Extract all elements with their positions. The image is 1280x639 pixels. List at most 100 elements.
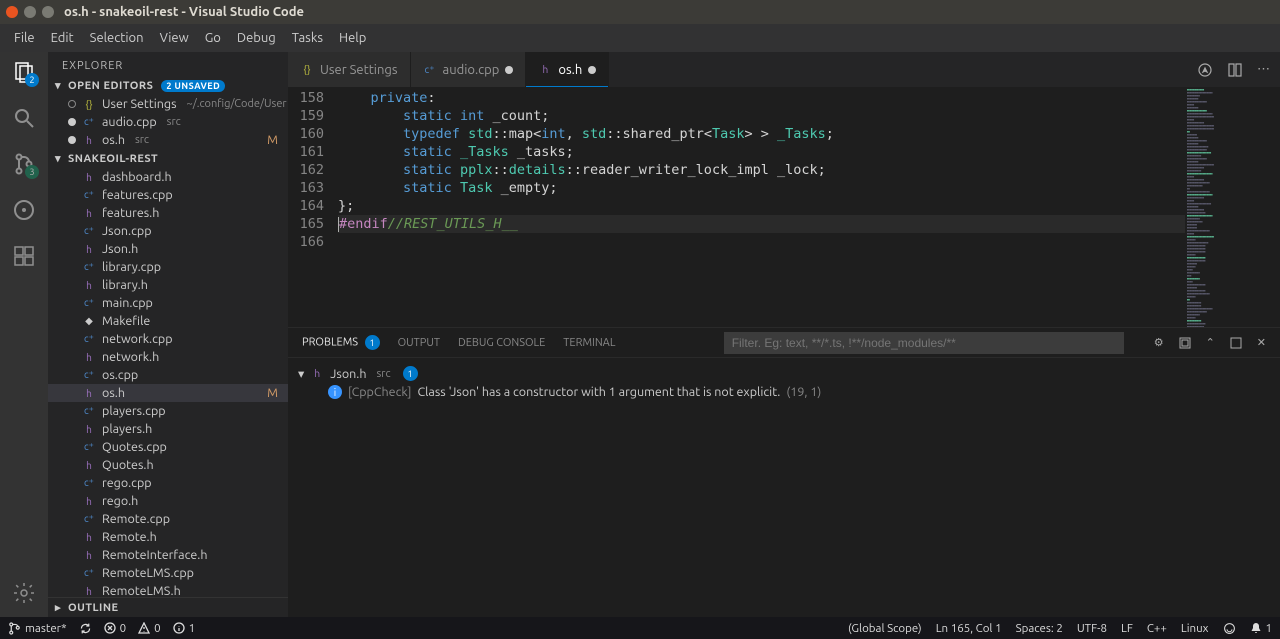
window-maximize-button[interactable] xyxy=(42,6,54,18)
file-item[interactable]: c⁺ Json.cpp xyxy=(48,222,288,240)
file-item[interactable]: h os.h M xyxy=(48,384,288,402)
file-item[interactable]: c⁺ os.cpp xyxy=(48,366,288,384)
file-item[interactable]: h RemoteInterface.h xyxy=(48,546,288,564)
sidebar-title: EXPLORER xyxy=(48,52,288,76)
file-item[interactable]: h dashboard.h xyxy=(48,168,288,186)
status-language[interactable]: C++ xyxy=(1147,622,1167,635)
close-icon xyxy=(68,100,76,108)
status-warnings[interactable]: 0 xyxy=(138,622,161,635)
menu-tasks[interactable]: Tasks xyxy=(284,27,331,49)
settings-gear-icon[interactable] xyxy=(12,581,36,605)
debug-icon[interactable] xyxy=(12,198,36,222)
split-editor-icon[interactable] xyxy=(1227,62,1243,78)
file-item[interactable]: h network.h xyxy=(48,348,288,366)
status-encoding[interactable]: UTF-8 xyxy=(1077,622,1107,635)
file-name: Remote.cpp xyxy=(102,512,170,526)
file-name: RemoteLMS.h xyxy=(102,584,181,597)
file-item[interactable]: h library.h xyxy=(48,276,288,294)
file-tree[interactable]: h dashboard.h c⁺ features.cpp h features… xyxy=(48,168,288,597)
code-editor[interactable]: 158159160161162163164165166 private: sta… xyxy=(288,87,1185,327)
menu-view[interactable]: View xyxy=(152,27,197,49)
menu-edit[interactable]: Edit xyxy=(43,27,82,49)
more-icon[interactable]: ⋯ xyxy=(1257,62,1270,77)
window-close-button[interactable] xyxy=(6,6,18,18)
workspace-header[interactable]: ▾ SNAKEOIL-REST xyxy=(48,149,288,168)
file-item[interactable]: h Json.h xyxy=(48,240,288,258)
status-position[interactable]: Ln 165, Col 1 xyxy=(936,622,1002,635)
outline-header[interactable]: ▸ OUTLINE xyxy=(48,597,288,617)
file-item[interactable]: h features.h xyxy=(48,204,288,222)
collapse-all-icon[interactable] xyxy=(1178,336,1192,350)
source-control-icon[interactable]: 3 xyxy=(12,152,36,176)
scm-badge: 3 xyxy=(25,165,39,179)
window-minimize-button[interactable] xyxy=(24,6,36,18)
chevron-up-icon[interactable]: ⌃ xyxy=(1206,336,1215,350)
menu-go[interactable]: Go xyxy=(197,27,229,49)
menu-selection[interactable]: Selection xyxy=(82,27,152,49)
status-bar: master* 0 0 1 (Global Scope) Ln 165, Col… xyxy=(0,617,1280,639)
file-item[interactable]: c⁺ network.cpp xyxy=(48,330,288,348)
file-item[interactable]: h rego.h xyxy=(48,492,288,510)
search-icon[interactable] xyxy=(12,106,36,130)
file-item[interactable]: c⁺ rego.cpp xyxy=(48,474,288,492)
file-item[interactable]: c⁺ features.cpp xyxy=(48,186,288,204)
menu-help[interactable]: Help xyxy=(331,27,374,49)
maximize-panel-icon[interactable] xyxy=(1229,336,1243,350)
file-item[interactable]: c⁺ main.cpp xyxy=(48,294,288,312)
file-name: features.cpp xyxy=(102,188,173,202)
status-sync[interactable] xyxy=(79,622,92,635)
open-editors-header[interactable]: ▾ OPEN EDITORS 2 UNSAVED xyxy=(48,76,288,95)
cpp-file-icon: c⁺ xyxy=(82,566,96,580)
file-name: os.h xyxy=(102,386,125,400)
menu-debug[interactable]: Debug xyxy=(229,27,284,49)
file-item[interactable]: c⁺ RemoteLMS.cpp xyxy=(48,564,288,582)
editor-tab[interactable]: {} User Settings xyxy=(288,52,411,87)
problem-item[interactable]: i [CppCheck] Class 'Json' has a construc… xyxy=(298,383,1270,401)
tab-label: os.h xyxy=(558,63,582,77)
open-editor-item[interactable]: {} User Settings ~/.config/Code/User xyxy=(48,95,288,113)
chevron-right-icon: ▸ xyxy=(52,601,64,614)
tab-label: User Settings xyxy=(320,63,398,77)
file-item[interactable]: ◆ Makefile xyxy=(48,312,288,330)
h-file-icon: h xyxy=(82,386,96,400)
open-editor-item[interactable]: h os.h src M xyxy=(48,131,288,149)
file-item[interactable]: c⁺ Quotes.cpp xyxy=(48,438,288,456)
open-editor-item[interactable]: c⁺ audio.cpp src xyxy=(48,113,288,131)
status-eol[interactable]: LF xyxy=(1121,622,1133,635)
file-item[interactable]: c⁺ players.cpp xyxy=(48,402,288,420)
panel-tab-problems[interactable]: PROBLEMS 1 xyxy=(302,335,380,350)
file-item[interactable]: c⁺ library.cpp xyxy=(48,258,288,276)
explorer-icon[interactable]: 2 xyxy=(12,60,36,84)
editor-tab[interactable]: c⁺ audio.cpp xyxy=(411,52,527,87)
status-branch[interactable]: master* xyxy=(8,622,67,635)
status-feedback-icon[interactable] xyxy=(1223,622,1236,635)
file-item[interactable]: h RemoteLMS.h xyxy=(48,582,288,597)
file-name: library.h xyxy=(102,278,148,292)
panel-tab-debug-console[interactable]: DEBUG CONSOLE xyxy=(458,337,545,349)
menu-file[interactable]: File xyxy=(6,27,43,49)
panel-tab-output[interactable]: OUTPUT xyxy=(398,337,440,349)
status-spaces[interactable]: Spaces: 2 xyxy=(1016,622,1063,635)
open-editor-label: User Settings xyxy=(102,97,177,111)
problems-filter-input[interactable] xyxy=(724,332,1124,354)
editor-tab[interactable]: h os.h xyxy=(526,52,609,87)
h-file-icon: h xyxy=(82,458,96,472)
problems-count-badge: 1 xyxy=(365,335,380,350)
panel-tab-terminal[interactable]: TERMINAL xyxy=(563,337,615,349)
status-os[interactable]: Linux xyxy=(1181,622,1209,635)
status-notifications[interactable]: 1 xyxy=(1250,622,1273,635)
file-item[interactable]: h Remote.h xyxy=(48,528,288,546)
workspace-name: SNAKEOIL-REST xyxy=(68,153,158,165)
file-item[interactable]: h Quotes.h xyxy=(48,456,288,474)
filter-settings-icon[interactable]: ⚙ xyxy=(1154,336,1164,350)
extensions-icon[interactable] xyxy=(12,244,36,268)
close-panel-icon[interactable]: ✕ xyxy=(1257,336,1266,350)
minimap[interactable]: ████████████████████████████████████████… xyxy=(1185,87,1280,327)
problems-file-row[interactable]: ▾ h Json.h src 1 xyxy=(298,364,1270,383)
file-item[interactable]: c⁺ Remote.cpp xyxy=(48,510,288,528)
status-info[interactable]: 1 xyxy=(173,622,196,635)
status-errors[interactable]: 0 xyxy=(104,622,127,635)
file-item[interactable]: h players.h xyxy=(48,420,288,438)
status-scope[interactable]: (Global Scope) xyxy=(848,622,922,635)
compass-icon[interactable] xyxy=(1197,62,1213,78)
